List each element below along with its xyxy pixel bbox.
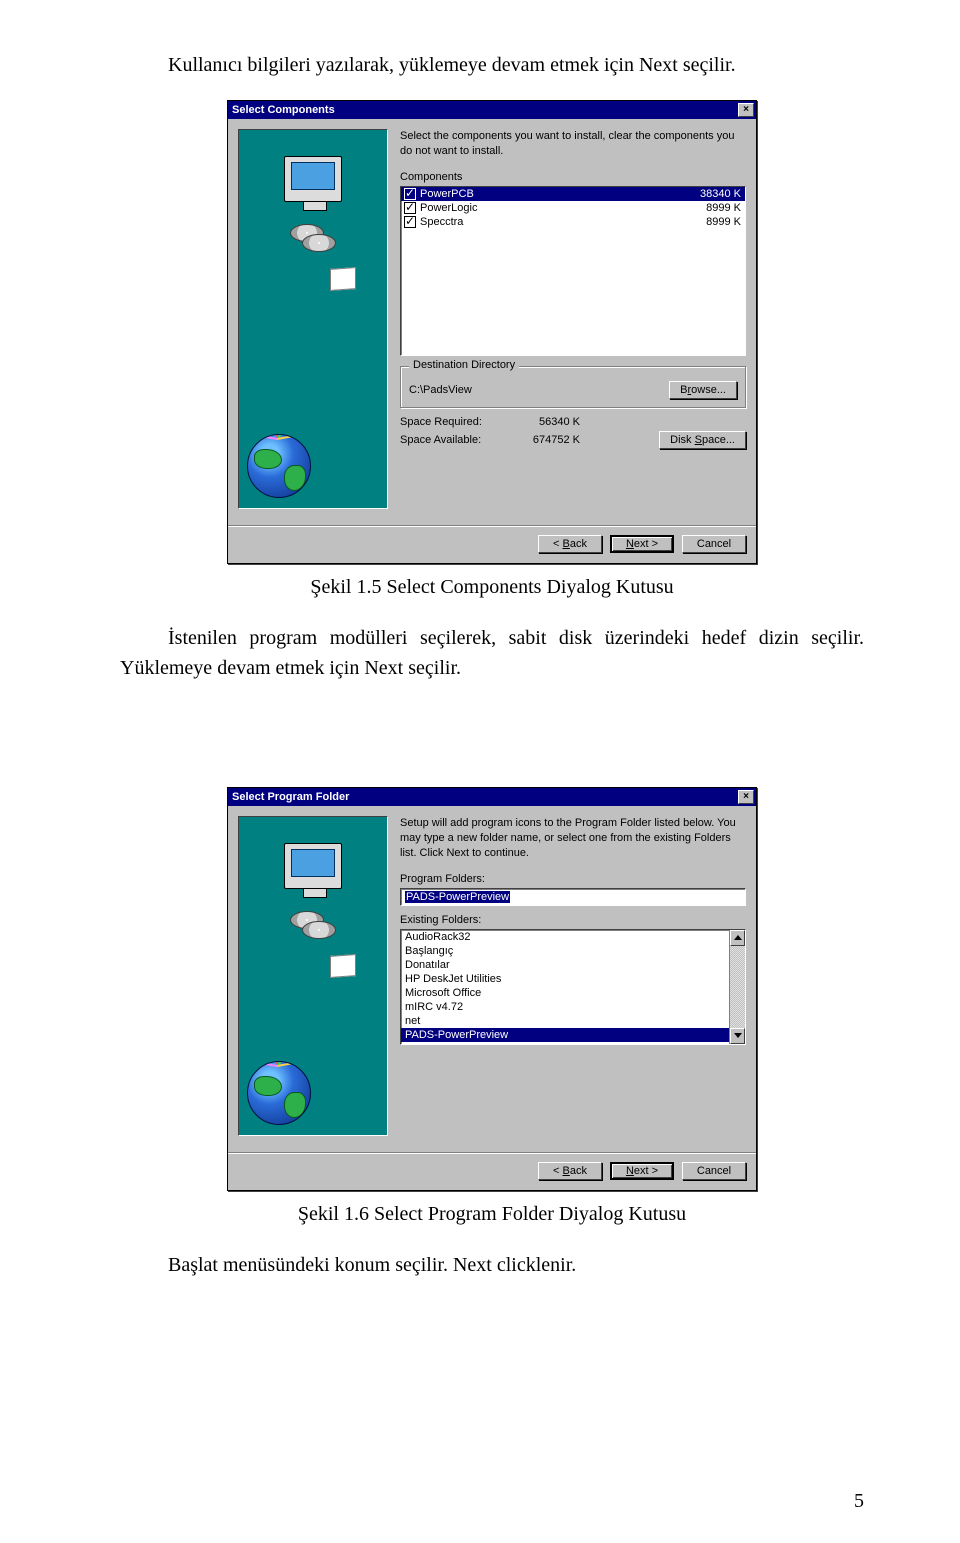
space-available-value: 674752 K [510, 434, 590, 446]
dialog-select-components: Select Components × [227, 100, 757, 564]
middle-paragraph: İstenilen program modülleri seçilerek, s… [120, 623, 864, 683]
scroll-track[interactable] [730, 946, 745, 1028]
checkbox-icon[interactable] [404, 202, 416, 214]
back-button[interactable]: < Back [538, 535, 602, 553]
dialog-title: Select Components [232, 104, 738, 116]
component-name: PowerLogic [420, 202, 700, 214]
scroll-up-button[interactable] [730, 930, 745, 946]
intro-paragraph: Kullanıcı bilgileri yazılarak, yüklemeye… [120, 50, 864, 80]
cd-discs-icon [290, 224, 336, 258]
close-button[interactable]: × [738, 103, 754, 117]
component-name: PowerPCB [420, 188, 694, 200]
wizard-sidebar [238, 816, 388, 1136]
instruction-text: Select the components you want to instal… [400, 129, 746, 159]
globe-icon [247, 1061, 311, 1125]
component-size: 8999 K [700, 202, 741, 214]
folder-item-selected[interactable]: PADS-PowerPreview [401, 1028, 729, 1042]
folder-item[interactable]: mIRC v4.72 [401, 1000, 729, 1014]
destination-path: C:\PadsView [409, 384, 669, 396]
space-required-value: 56340 K [510, 416, 590, 428]
folder-item[interactable]: AudioRack32 [401, 930, 729, 944]
folder-item[interactable]: net [401, 1014, 729, 1028]
instruction-text: Setup will add program icons to the Prog… [400, 816, 746, 861]
outro-paragraph: Başlat menüsündeki konum seçilir. Next c… [120, 1250, 864, 1280]
checkbox-icon[interactable] [404, 188, 416, 200]
titlebar[interactable]: Select Program Folder × [228, 788, 756, 806]
dialog-select-program-folder: Select Program Folder × [227, 787, 757, 1191]
monitor-icon [284, 843, 342, 889]
globe-icon [247, 434, 311, 498]
separator [228, 525, 756, 527]
wizard-sidebar [238, 129, 388, 509]
close-button[interactable]: × [738, 790, 754, 804]
component-size: 8999 K [700, 216, 741, 228]
cd-discs-icon [290, 911, 336, 945]
folder-item[interactable]: Başlangıç [401, 944, 729, 958]
component-name: Specctra [420, 216, 700, 228]
browse-button[interactable]: Browse... [669, 381, 737, 399]
titlebar[interactable]: Select Components × [228, 101, 756, 119]
program-folder-value: PADS-PowerPreview [405, 891, 510, 903]
component-size: 38340 K [694, 188, 741, 200]
paper-icon [330, 267, 356, 291]
folder-item[interactable]: Microsoft Office [401, 986, 729, 1000]
component-row-powerlogic[interactable]: PowerLogic 8999 K [401, 201, 745, 215]
destination-groupbox: Destination Directory C:\PadsView Browse… [400, 366, 746, 408]
dialog-title: Select Program Folder [232, 791, 738, 803]
chevron-down-icon [734, 1033, 742, 1038]
component-row-specctra[interactable]: Specctra 8999 K [401, 215, 745, 229]
next-button[interactable]: Next > [610, 1162, 674, 1180]
scroll-down-button[interactable] [730, 1028, 745, 1044]
chevron-up-icon [734, 935, 742, 940]
groupbox-title: Destination Directory [409, 359, 519, 371]
back-button[interactable]: < Back [538, 1162, 602, 1180]
scrollbar[interactable] [729, 930, 745, 1044]
component-row-powerpcb[interactable]: PowerPCB 38340 K [401, 187, 745, 201]
existing-folders-label: Existing Folders: [400, 914, 746, 926]
checkbox-icon[interactable] [404, 216, 416, 228]
program-folder-input[interactable]: PADS-PowerPreview [400, 888, 746, 906]
folder-item[interactable]: Donatılar [401, 958, 729, 972]
page-number: 5 [854, 1490, 864, 1513]
components-listbox[interactable]: PowerPCB 38340 K PowerLogic 8999 K Specc… [400, 186, 746, 356]
cancel-button[interactable]: Cancel [682, 1162, 746, 1180]
paper-icon [330, 954, 356, 978]
next-button[interactable]: Next > [610, 535, 674, 553]
figure-1-5-caption: Şekil 1.5 Select Components Diyalog Kutu… [120, 576, 864, 599]
figure-1-6-caption: Şekil 1.6 Select Program Folder Diyalog … [120, 1203, 864, 1226]
monitor-icon [284, 156, 342, 202]
folder-item[interactable]: HP DeskJet Utilities [401, 972, 729, 986]
separator [228, 1152, 756, 1154]
dialog-select-components-wrap: Select Components × [120, 100, 864, 564]
space-required-label: Space Required: [400, 416, 510, 428]
existing-folders-list[interactable]: AudioRack32 Başlangıç Donatılar HP DeskJ… [400, 929, 746, 1045]
disk-space-button[interactable]: Disk Space... [659, 431, 746, 449]
cancel-button[interactable]: Cancel [682, 535, 746, 553]
dialog-select-program-folder-wrap: Select Program Folder × [120, 787, 864, 1191]
space-available-label: Space Available: [400, 434, 510, 446]
program-folders-label: Program Folders: [400, 873, 746, 885]
components-label: Components [400, 171, 746, 183]
